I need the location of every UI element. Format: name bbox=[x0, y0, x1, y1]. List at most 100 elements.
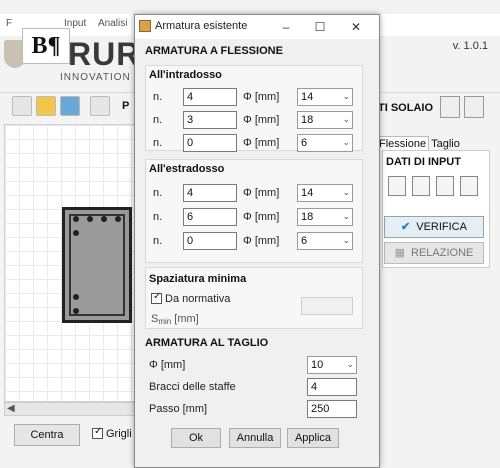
estradosso-n-label: n. bbox=[153, 211, 163, 223]
select-value: 6 bbox=[301, 235, 308, 247]
taglio-phi-label: Φ [mm] bbox=[149, 359, 186, 371]
close-icon[interactable]: ✕ bbox=[341, 17, 371, 37]
settings-sliders-icon[interactable] bbox=[90, 96, 110, 116]
intradosso-phi-select[interactable]: 6 ⌄ bbox=[297, 134, 353, 152]
smin-input[interactable] bbox=[301, 297, 353, 315]
estradosso-phi-select[interactable]: 14 ⌄ bbox=[297, 184, 353, 202]
estradosso-phi-select[interactable]: 6 ⌄ bbox=[297, 232, 353, 250]
intradosso-phi-select[interactable]: 18 ⌄ bbox=[297, 111, 353, 129]
open-folder-icon[interactable] bbox=[36, 96, 56, 116]
save-icon[interactable] bbox=[60, 96, 80, 116]
chevron-down-icon: ⌄ bbox=[342, 114, 350, 124]
estradosso-n-input[interactable]: 0 bbox=[183, 232, 237, 250]
rebar-top bbox=[73, 230, 79, 236]
paragraph-format-icon: B¶ bbox=[22, 28, 70, 64]
dati-input-title: DATI DI INPUT bbox=[386, 156, 461, 168]
menu-analisi[interactable]: Analisi bbox=[98, 18, 127, 29]
bracci-input[interactable]: 4 bbox=[307, 378, 357, 396]
reinforcement-icon[interactable] bbox=[436, 176, 454, 196]
intradosso-n-input[interactable]: 4 bbox=[183, 88, 237, 106]
centra-button[interactable]: Centra bbox=[14, 424, 80, 446]
section-t-icon[interactable] bbox=[464, 96, 484, 118]
relazione-label: RELAZIONE bbox=[411, 247, 474, 259]
annulla-button[interactable]: Annulla bbox=[229, 428, 281, 448]
da-normativa-check-icon[interactable] bbox=[151, 291, 162, 304]
intradosso-phi-select[interactable]: 14 ⌄ bbox=[297, 88, 353, 106]
chevron-down-icon: ⌄ bbox=[342, 187, 350, 197]
minimize-icon[interactable]: – bbox=[271, 17, 301, 37]
intradosso-phi-label: Φ [mm] bbox=[243, 91, 280, 103]
estradosso-n-label: n. bbox=[153, 187, 163, 199]
intradosso-n-label: n. bbox=[153, 91, 163, 103]
intradosso-phi-label: Φ [mm] bbox=[243, 114, 280, 126]
report-icon: ▦ bbox=[394, 247, 406, 259]
select-value: 6 bbox=[301, 137, 308, 149]
chevron-down-icon: ⌄ bbox=[342, 91, 350, 101]
scroll-left-icon[interactable]: ◀ bbox=[7, 403, 15, 414]
stirrup-outline bbox=[69, 214, 125, 316]
armatura-esistente-dialog: Armatura esistente – ☐ ✕ ARMATURA A FLES… bbox=[134, 14, 380, 468]
intradosso-title: All'intradosso bbox=[149, 69, 222, 81]
estradosso-n-input[interactable]: 4 bbox=[183, 184, 237, 202]
intradosso-n-input[interactable]: 3 bbox=[183, 111, 237, 129]
app-icon bbox=[139, 20, 151, 32]
solaio-label: TI SOLAIO bbox=[378, 102, 433, 114]
toolbar-label: P bbox=[122, 100, 130, 112]
new-file-icon[interactable] bbox=[12, 96, 32, 116]
material-icon[interactable] bbox=[412, 176, 430, 196]
app-logo-subtitle: INNOVATION & bbox=[60, 72, 143, 83]
passo-input[interactable]: 250 bbox=[307, 400, 357, 418]
da-normativa-label: Da normativa bbox=[165, 293, 231, 305]
select-value: 10 bbox=[311, 359, 324, 371]
beam-section bbox=[62, 207, 132, 323]
rebar-bottom bbox=[73, 308, 79, 314]
select-value: 18 bbox=[301, 114, 314, 126]
griglia-label: Grigli bbox=[106, 428, 132, 440]
dialog-title-bar: Armatura esistente – ☐ ✕ bbox=[135, 15, 379, 39]
bracci-label: Bracci delle staffe bbox=[149, 381, 236, 393]
intradosso-n-input[interactable]: 0 bbox=[183, 134, 237, 152]
version-label: v. 1.0.1 bbox=[452, 40, 488, 52]
rebar-top bbox=[101, 216, 107, 222]
chevron-down-icon: ⌄ bbox=[342, 211, 350, 221]
loads-icon[interactable] bbox=[460, 176, 478, 196]
section-rect-icon[interactable] bbox=[440, 96, 460, 118]
taglio-phi-select[interactable]: 10 ⌄ bbox=[307, 356, 357, 374]
griglia-check-icon[interactable] bbox=[92, 426, 103, 439]
intradosso-phi-label: Φ [mm] bbox=[243, 137, 280, 149]
horizontal-scrollbar[interactable]: ◀ bbox=[4, 402, 136, 416]
smin-label: Smin [mm] bbox=[151, 313, 199, 326]
da-normativa-checkbox[interactable]: Da normativa bbox=[151, 291, 231, 305]
tab-bar: Flessione Taglio bbox=[376, 136, 462, 151]
estradosso-title: All'estradosso bbox=[149, 163, 225, 175]
menu-file[interactable]: F bbox=[6, 18, 12, 29]
chevron-down-icon: ⌄ bbox=[342, 235, 350, 245]
chevron-down-icon: ⌄ bbox=[342, 137, 350, 147]
applica-button[interactable]: Applica bbox=[287, 428, 339, 448]
verifica-label: VERIFICA bbox=[416, 221, 467, 233]
select-value: 14 bbox=[301, 91, 314, 103]
tab-flessione[interactable]: Flessione bbox=[376, 136, 430, 151]
estradosso-n-input[interactable]: 6 bbox=[183, 208, 237, 226]
smin-label-sub: min bbox=[158, 317, 172, 326]
griglia-checkbox[interactable]: Grigli bbox=[92, 426, 132, 440]
estradosso-phi-label: Φ [mm] bbox=[243, 211, 280, 223]
relazione-button[interactable]: ▦ RELAZIONE bbox=[384, 242, 484, 264]
select-value: 14 bbox=[301, 187, 314, 199]
smin-label-unit: [mm] bbox=[171, 313, 199, 325]
estradosso-n-label: n. bbox=[153, 235, 163, 247]
select-value: 18 bbox=[301, 211, 314, 223]
flessione-heading: ARMATURA A FLESSIONE bbox=[145, 45, 283, 57]
estradosso-phi-label: Φ [mm] bbox=[243, 187, 280, 199]
intradosso-n-label: n. bbox=[153, 114, 163, 126]
dialog-title: Armatura esistente bbox=[155, 20, 248, 32]
estradosso-phi-select[interactable]: 18 ⌄ bbox=[297, 208, 353, 226]
taglio-heading: ARMATURA AL TAGLIO bbox=[145, 337, 269, 349]
geometry-icon[interactable] bbox=[388, 176, 406, 196]
ok-button[interactable]: Ok bbox=[171, 428, 221, 448]
maximize-icon[interactable]: ☐ bbox=[305, 17, 335, 37]
rebar-bottom bbox=[73, 294, 79, 300]
estradosso-phi-label: Φ [mm] bbox=[243, 235, 280, 247]
tab-taglio[interactable]: Taglio bbox=[429, 137, 462, 151]
verifica-button[interactable]: ✔ VERIFICA bbox=[384, 216, 484, 238]
